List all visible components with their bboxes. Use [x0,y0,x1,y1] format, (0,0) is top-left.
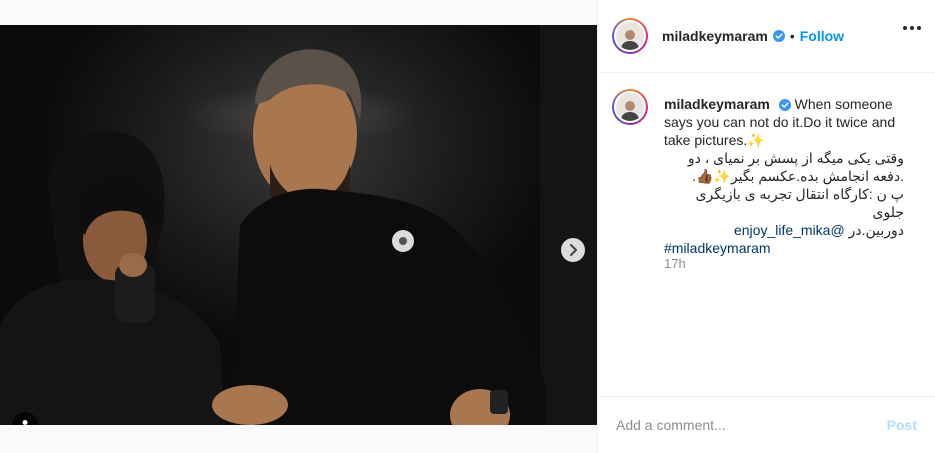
follow-button[interactable]: Follow [800,28,844,44]
verified-badge-icon [772,30,785,42]
caption-fa-4-text: دوربین.در [848,222,904,238]
separator-dot: • [789,28,795,44]
verified-badge-icon [778,99,791,112]
caption-fa-2-text: .دفعه انجامش بده.عکسم بگیر [730,168,904,184]
post-side-panel: miladkeymaram • Follow miladkeymaram Whe… [597,0,935,453]
mention-link[interactable]: @enjoy_life_mika [734,222,845,238]
hashtag-link[interactable]: #miladkeymaram [664,239,904,257]
carousel-next-button[interactable] [561,238,585,262]
comment-input[interactable] [614,416,868,434]
post-caption: miladkeymaram When someone says you can … [664,95,904,257]
caption-area: miladkeymaram When someone says you can … [598,73,935,393]
caption-username[interactable]: miladkeymaram [664,96,770,112]
caption-line-fa-1: وقتی یکی میگه از پسش بر نمیای ، دو [687,150,904,166]
more-options-icon[interactable] [903,26,921,30]
post-header: miladkeymaram • Follow [598,0,935,73]
profile-photo-icon [621,30,639,50]
user-tag-icon [22,420,28,425]
instagram-post: miladkeymaram • Follow miladkeymaram Whe… [0,0,935,453]
caption-fa-2-emojis: ✨👍🏾 [696,168,731,184]
post-media[interactable] [0,25,597,425]
author-username[interactable]: miladkeymaram [662,28,768,44]
profile-photo-icon [621,101,639,121]
caption-line-fa-4: دوربین.در @enjoy_life_mika [664,221,904,239]
post-timestamp[interactable]: 17h [664,256,686,271]
avatar[interactable] [612,18,648,54]
caption-line-fa-2: .دفعه انجامش بده.عکسم بگیر✨👍🏾. [664,167,904,185]
chevron-right-icon [570,244,577,256]
post-photo [0,25,597,425]
caption-line-fa-3: پ ن :کارگاه انتقال تجربه ی بازیگری جلوی [695,186,904,220]
sparkle-emoji: ✨ [747,132,765,148]
photo-illustration [0,25,597,425]
post-comment-button[interactable]: Post [887,417,917,433]
comment-box: Post [598,396,935,453]
caption-avatar[interactable] [612,89,648,125]
